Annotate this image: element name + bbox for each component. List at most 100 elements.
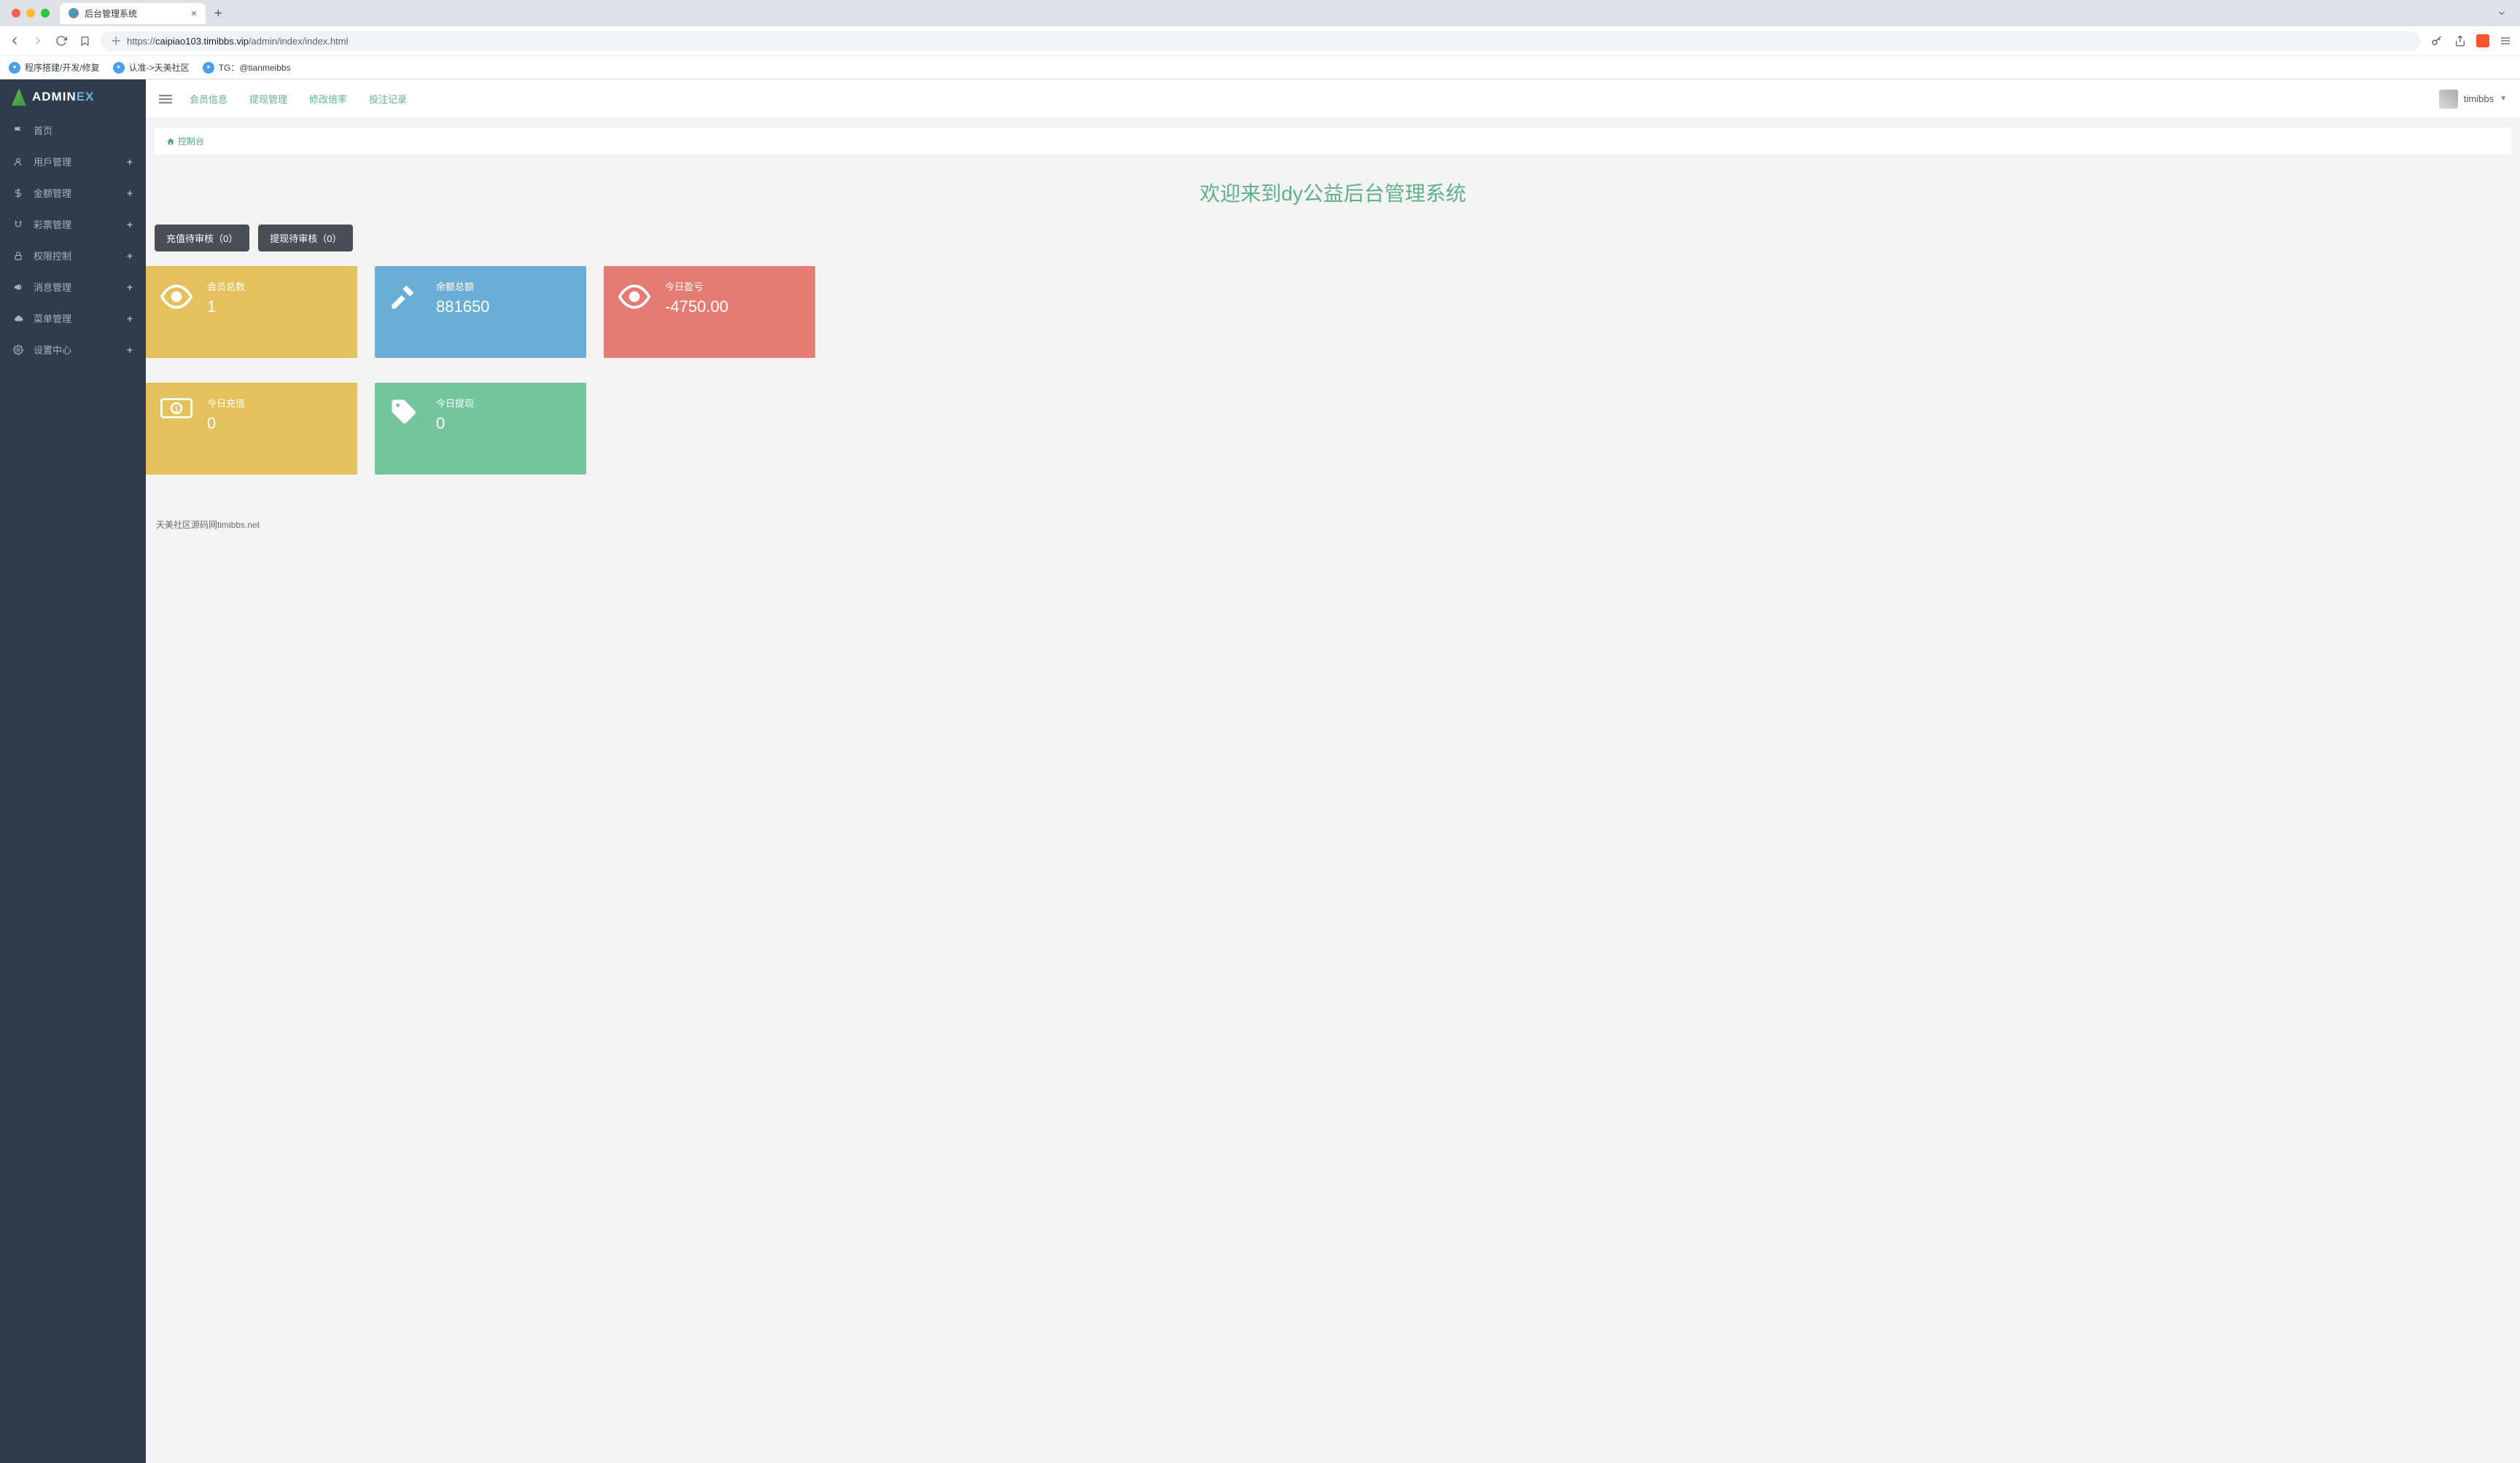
bookmark-link[interactable]: ✦ TG：@tianmeibbs <box>203 61 291 74</box>
sidebar-menu: 首页 用戶管理 + 金额管理 + 彩票管理 + <box>0 114 146 365</box>
sidebar-item-money[interactable]: 金额管理 + <box>0 177 146 208</box>
footer: 天美社区源码网timibbs.net <box>146 508 2520 541</box>
top-link-withdraw[interactable]: 提现管理 <box>249 92 287 106</box>
sidebar-toggle[interactable] <box>159 93 172 106</box>
stat-card-recharge[interactable]: 1 今日充值 0 <box>146 383 357 475</box>
bookmark-link[interactable]: ✦ 程序搭建/开发/修复 <box>9 61 100 74</box>
sidebar-item-label: 菜单管理 <box>34 311 71 325</box>
bookmark-icon[interactable] <box>77 36 92 47</box>
plus-icon: + <box>127 156 133 168</box>
sidebar-item-messages[interactable]: 消息管理 + <box>0 271 146 303</box>
logo-text-a: ADMIN <box>32 90 77 104</box>
bookmarks-bar: ✦ 程序搭建/开发/修复 ✦ 认准->天美社区 ✦ TG：@tianmeibbs <box>0 55 2520 79</box>
stat-value: 0 <box>207 414 343 433</box>
pending-recharge-button[interactable]: 充值待审核（0） <box>155 225 249 251</box>
logo-text-b: EX <box>77 90 95 104</box>
breadcrumb-label: 控制台 <box>178 135 204 147</box>
dashboard-content: 欢迎来到dy公益后台管理系统 充值待审核（0） 提现待审核（0） 会员总数 1 <box>146 163 2520 508</box>
stat-label: 会员总数 <box>207 279 343 293</box>
sidebar-item-label: 设置中心 <box>34 343 71 356</box>
top-links: 会员信息 提现管理 修改倍率 投注记录 <box>190 92 407 106</box>
flag-icon <box>13 125 25 136</box>
bookmark-label: TG：@tianmeibbs <box>219 61 291 74</box>
stat-label: 今日盈亏 <box>665 279 801 293</box>
tab-bar: 🌐 后台管理系统 × + <box>0 0 2520 26</box>
new-tab-button[interactable]: + <box>210 6 227 21</box>
logo-mark-icon <box>12 88 26 106</box>
sidebar-item-settings[interactable]: 设置中心 + <box>0 334 146 365</box>
plus-icon: + <box>127 187 133 199</box>
sidebar-item-label: 金额管理 <box>34 186 71 200</box>
svg-text:1: 1 <box>174 405 179 415</box>
sidebar: ADMINEX 首页 用戶管理 + 金额管理 + <box>0 79 146 1463</box>
stat-card-profit[interactable]: 今日盈亏 -4750.00 <box>604 266 815 358</box>
bookmark-favicon-icon: ✦ <box>113 62 125 74</box>
pending-row: 充值待审核（0） 提现待审核（0） <box>146 225 2520 266</box>
tab-overflow[interactable] <box>2489 8 2514 18</box>
sidebar-item-menus[interactable]: 菜单管理 + <box>0 303 146 334</box>
bullhorn-icon <box>13 282 25 292</box>
eye-icon <box>618 279 665 345</box>
reload-button[interactable] <box>54 35 69 47</box>
stat-card-withdraw[interactable]: 今日提现 0 <box>375 383 586 475</box>
sidebar-item-label: 消息管理 <box>34 280 71 294</box>
top-link-bets[interactable]: 投注记录 <box>369 92 407 106</box>
sidebar-item-lottery[interactable]: 彩票管理 + <box>0 208 146 240</box>
top-link-rate[interactable]: 修改倍率 <box>309 92 347 106</box>
window-controls <box>6 9 55 17</box>
brave-shield-icon[interactable] <box>2476 34 2489 47</box>
main-content: 会员信息 提现管理 修改倍率 投注记录 timibbs ▼ 控制台 欢迎来到dy… <box>146 79 2520 1463</box>
sidebar-item-auth[interactable]: 权限控制 + <box>0 240 146 271</box>
sidebar-item-home[interactable]: 首页 <box>0 114 146 146</box>
sidebar-item-label: 权限控制 <box>34 249 71 262</box>
app-root: ADMINEX 首页 用戶管理 + 金额管理 + <box>0 79 2520 1463</box>
window-maximize[interactable] <box>41 9 50 17</box>
plus-icon: + <box>127 250 133 262</box>
plus-icon: + <box>127 313 133 324</box>
logo[interactable]: ADMINEX <box>0 79 146 114</box>
sidebar-item-users[interactable]: 用戶管理 + <box>0 146 146 177</box>
stat-card-members[interactable]: 会员总数 1 <box>146 266 357 358</box>
dollar-icon <box>13 188 25 198</box>
tag-icon <box>389 396 436 461</box>
tab-close-icon[interactable]: × <box>191 7 197 19</box>
bookmark-link[interactable]: ✦ 认准->天美社区 <box>113 61 190 74</box>
money-icon: 1 <box>160 396 207 461</box>
window-minimize[interactable] <box>26 9 35 17</box>
bookmark-label: 程序搭建/开发/修复 <box>25 61 100 74</box>
stat-value: 1 <box>207 297 343 316</box>
forward-button[interactable] <box>31 34 45 47</box>
pending-withdraw-button[interactable]: 提现待审核（0） <box>258 225 353 251</box>
url-text: https://caipiao103.timibbs.vip/admin/ind… <box>127 36 349 47</box>
breadcrumb: 控制台 <box>155 128 2511 155</box>
tab-title: 后台管理系统 <box>85 7 137 20</box>
sidebar-item-label: 首页 <box>34 123 52 137</box>
topbar: 会员信息 提现管理 修改倍率 投注记录 timibbs ▼ <box>146 79 2520 119</box>
user-menu[interactable]: timibbs ▼ <box>2439 90 2507 109</box>
chevron-down-icon: ▼ <box>2500 95 2507 103</box>
back-button[interactable] <box>7 34 22 47</box>
window-close[interactable] <box>12 9 20 17</box>
lock-icon <box>13 251 25 261</box>
site-settings-icon <box>111 36 121 46</box>
breadcrumb-home[interactable]: 控制台 <box>166 135 204 147</box>
stat-label: 今日提现 <box>436 396 572 410</box>
magnet-icon <box>13 219 25 230</box>
avatar <box>2439 90 2458 109</box>
browser-chrome: 🌐 后台管理系统 × + https://caipiao103.timibbs.… <box>0 0 2520 79</box>
gear-icon <box>13 345 25 355</box>
url-bar[interactable]: https://caipiao103.timibbs.vip/admin/ind… <box>101 31 2421 51</box>
bookmark-favicon-icon: ✦ <box>203 62 214 74</box>
browser-tab[interactable]: 🌐 后台管理系统 × <box>60 3 206 24</box>
gavel-icon <box>389 279 436 345</box>
share-icon[interactable] <box>2453 35 2468 47</box>
plus-icon: + <box>127 344 133 356</box>
key-icon[interactable] <box>2430 34 2444 47</box>
stat-card-balance[interactable]: 余额总额 881650 <box>375 266 586 358</box>
bookmark-favicon-icon: ✦ <box>9 62 20 74</box>
menu-icon[interactable] <box>2498 35 2513 47</box>
top-link-member[interactable]: 会员信息 <box>190 92 228 106</box>
globe-icon: 🌐 <box>69 8 79 18</box>
stat-label: 余额总额 <box>436 279 572 293</box>
nav-bar: https://caipiao103.timibbs.vip/admin/ind… <box>0 26 2520 55</box>
